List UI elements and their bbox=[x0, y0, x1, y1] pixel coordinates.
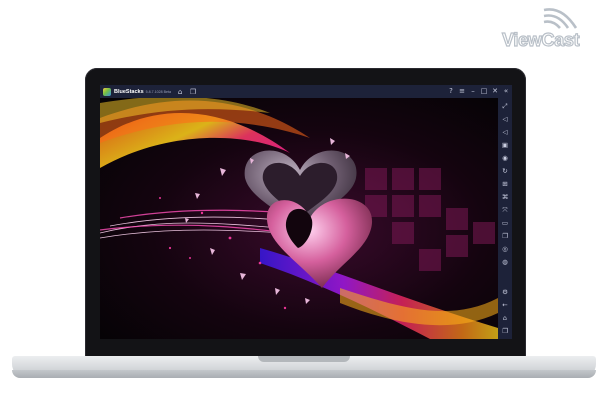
bluestacks-logo-icon bbox=[103, 87, 111, 96]
title-bar: BlueStacks 5.8.7.1028 Beta ⌂ ❐ ? ≡ – □ ✕… bbox=[100, 85, 512, 98]
screenshot-icon[interactable]: ◉ bbox=[501, 154, 510, 163]
android-home-icon[interactable]: ⌂ bbox=[501, 314, 510, 323]
media-manager-icon[interactable]: ▣ bbox=[501, 141, 510, 150]
folder-icon[interactable]: ▭ bbox=[501, 219, 510, 228]
multi-instance-icon[interactable]: ❐ bbox=[189, 88, 197, 96]
settings-icon[interactable]: ⚙ bbox=[501, 288, 510, 297]
volume-up-icon[interactable]: ◁ bbox=[501, 115, 510, 124]
rotate-icon[interactable]: ↻ bbox=[501, 167, 510, 176]
home-icon[interactable]: ⌂ bbox=[176, 88, 184, 96]
viewcast-logo: ViewCast bbox=[500, 4, 596, 51]
game-controls-icon[interactable]: ⊞ bbox=[501, 180, 510, 189]
bluestacks-window: BlueStacks 5.8.7.1028 Beta ⌂ ❐ ? ≡ – □ ✕… bbox=[100, 85, 512, 339]
side-toolbar: ⤢ ◁ ◁ ▣ ◉ ↻ ⊞ ⌘ ⤧ ▭ ❐ ◎ ◍ ⚙ ← ⌂ ❐ bbox=[498, 98, 512, 339]
app-version: 5.8.7.1028 Beta bbox=[145, 89, 172, 94]
help-icon[interactable]: ? bbox=[447, 87, 455, 95]
macro-icon[interactable]: ⌘ bbox=[501, 193, 510, 202]
location-icon[interactable]: ◍ bbox=[501, 258, 510, 267]
eco-mode-icon[interactable]: ◎ bbox=[501, 245, 510, 254]
back-icon[interactable]: ← bbox=[501, 301, 510, 310]
laptop-notch bbox=[258, 356, 350, 362]
logo-text: ViewCast bbox=[501, 29, 580, 50]
android-wallpaper bbox=[100, 98, 498, 339]
recent-apps-icon[interactable]: ❐ bbox=[501, 327, 510, 336]
menu-icon[interactable]: ≡ bbox=[458, 87, 466, 95]
close-icon[interactable]: ✕ bbox=[491, 87, 499, 95]
laptop-base-edge bbox=[12, 370, 596, 378]
copy-icon[interactable]: ❐ bbox=[501, 232, 510, 241]
app-name: BlueStacks bbox=[114, 88, 144, 95]
sync-icon[interactable]: ⤧ bbox=[501, 206, 510, 215]
restore-icon[interactable]: □ bbox=[480, 87, 488, 95]
fullscreen-icon[interactable]: ⤢ bbox=[501, 102, 510, 111]
minimize-icon[interactable]: – bbox=[469, 87, 477, 95]
collapse-sidebar-icon[interactable]: « bbox=[502, 87, 510, 95]
volume-down-icon[interactable]: ◁ bbox=[501, 128, 510, 137]
